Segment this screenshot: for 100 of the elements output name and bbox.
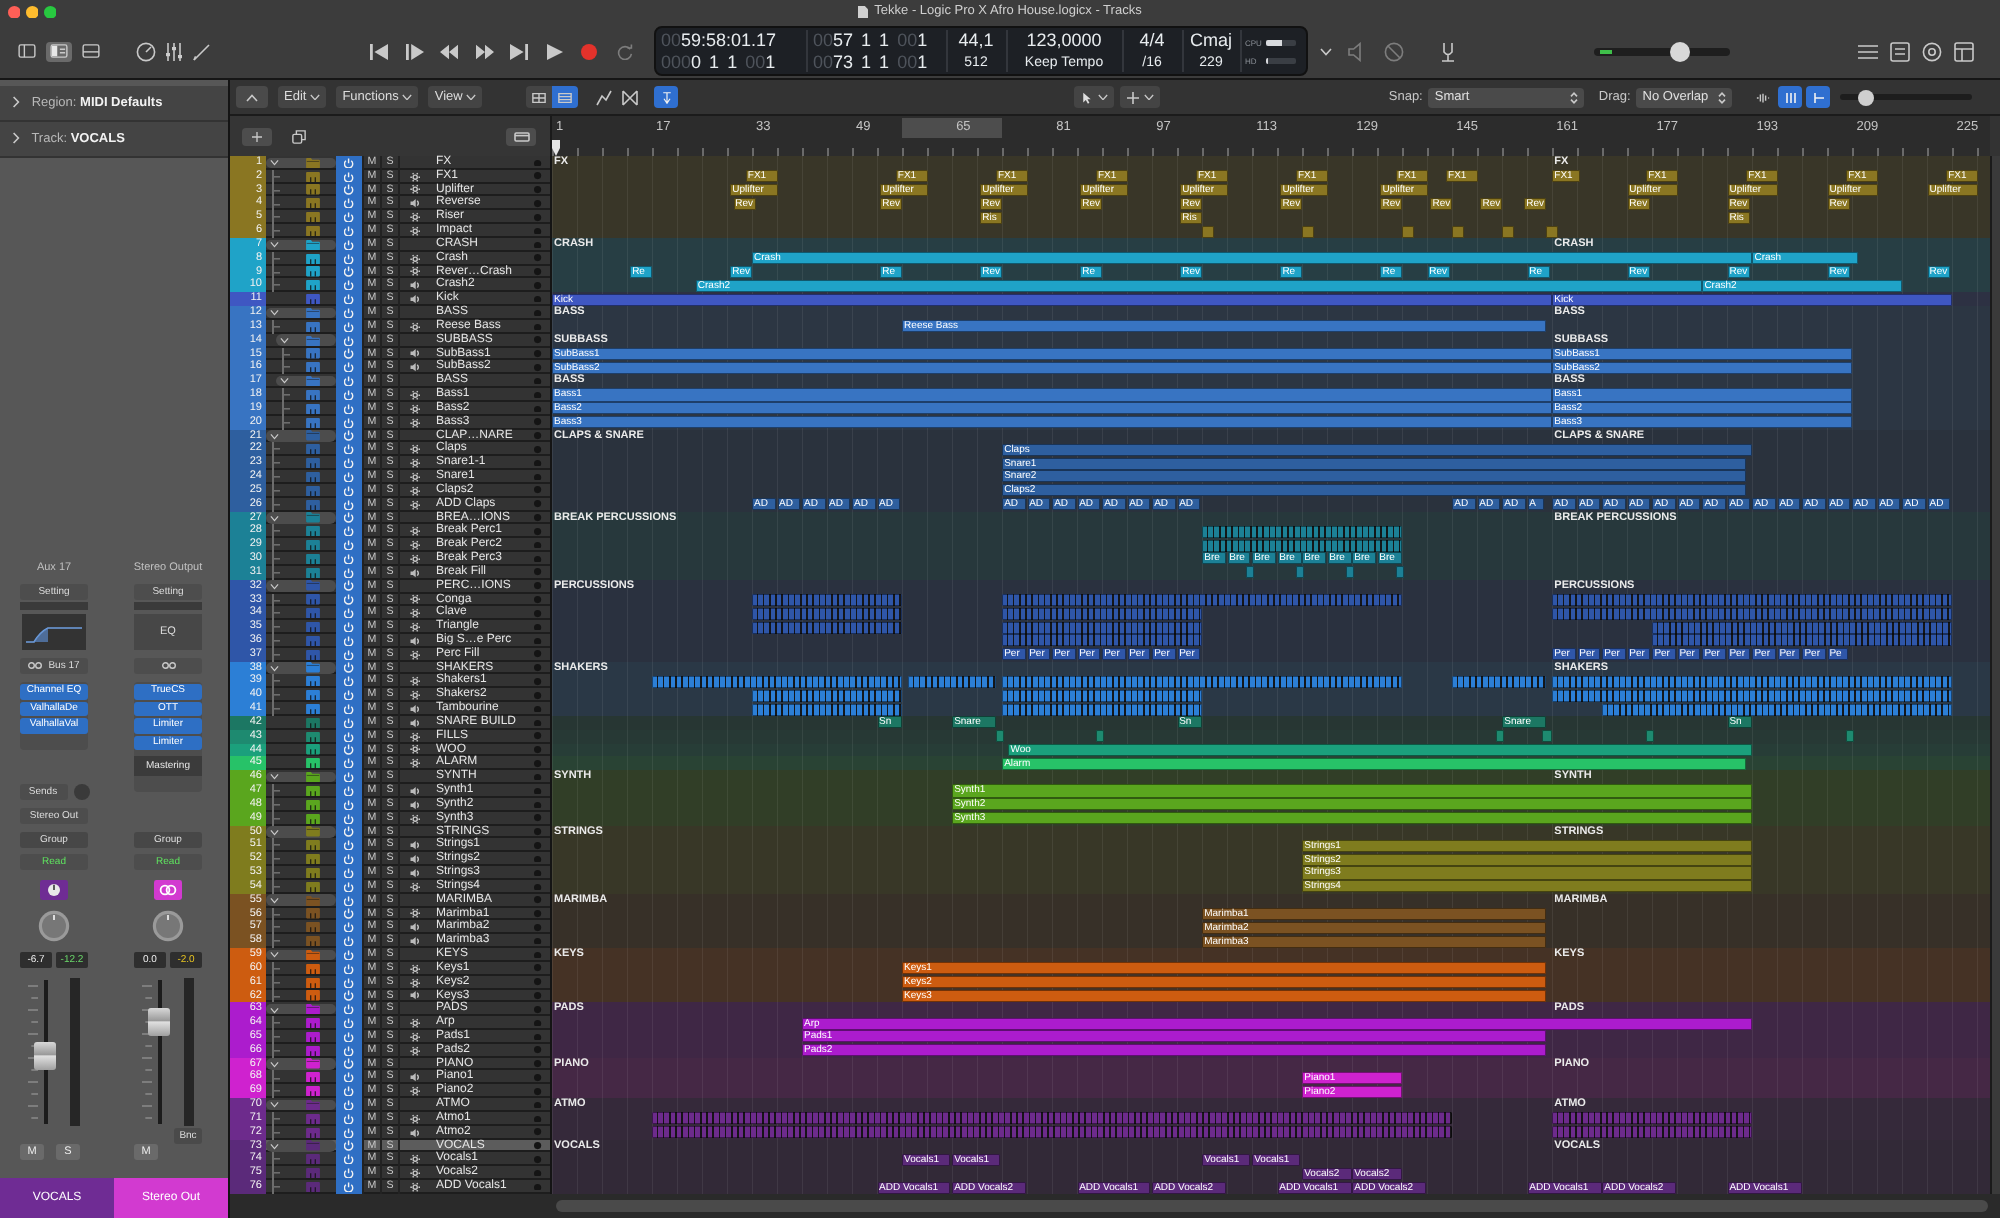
region[interactable] [995,730,1004,743]
midi-region[interactable] [1202,525,1403,538]
midi-region[interactable] [1652,621,1953,634]
fader-thumb[interactable] [34,1042,56,1071]
gear-icon[interactable] [409,266,421,278]
speaker-icon[interactable] [409,567,421,578]
region[interactable] [1095,730,1105,743]
midi-region[interactable] [752,689,903,702]
midi-region[interactable] [1002,607,1203,620]
midi-region[interactable] [1602,703,1953,716]
toggle-button[interactable] [1778,86,1803,108]
midi-region[interactable] [1002,634,1203,647]
speaker-icon[interactable] [409,1127,421,1138]
speaker-icon[interactable] [409,294,421,305]
caret-icon[interactable] [270,513,279,523]
zoom-button[interactable] [43,5,57,19]
speaker-icon[interactable] [409,280,421,291]
midi-region[interactable] [1002,689,1203,702]
gear-icon[interactable] [409,649,421,660]
region[interactable] [1542,730,1552,743]
gear-icon[interactable] [409,744,421,756]
sliders-icon[interactable] [164,41,184,61]
loop-icon[interactable] [1921,41,1941,61]
caret-icon[interactable] [270,431,279,441]
bar-play-icon[interactable] [405,43,423,59]
gear-icon[interactable] [409,1113,421,1124]
gear-icon[interactable] [409,212,421,223]
midi-region[interactable] [1452,675,1547,688]
caret-icon[interactable] [270,240,279,250]
speaker-icon[interactable] [409,635,421,646]
midi-region[interactable] [1002,675,1403,688]
tuning-fork-icon[interactable] [1437,41,1457,61]
gear-icon[interactable] [409,1017,421,1029]
caret-icon[interactable] [280,335,289,345]
duplicate-track-icon[interactable] [292,129,306,143]
scrollbar[interactable] [1990,156,2000,1194]
input-button[interactable] [134,658,202,674]
midi-region[interactable] [1652,634,1953,647]
gear-icon[interactable] [409,1045,421,1056]
region[interactable] [1245,566,1255,579]
gear-icon[interactable] [409,621,421,633]
region[interactable] [1496,730,1505,743]
capture-icon[interactable] [615,43,633,59]
midi-region[interactable] [1002,621,1203,634]
midi-region[interactable] [752,621,903,634]
browser-icon[interactable] [1953,41,1973,61]
caret-icon[interactable] [270,581,279,591]
gear-icon[interactable] [409,881,421,892]
power-button[interactable] [336,156,362,170]
gear-icon[interactable] [409,540,421,551]
pan-knob[interactable] [152,910,184,942]
eq-curve-thumbnail[interactable] [20,614,88,650]
view-toggle-button[interactable] [14,41,40,61]
fader-track[interactable] [142,976,170,1128]
cycle-range[interactable] [902,118,1003,138]
region[interactable] [1502,225,1515,238]
fader-track[interactable] [28,976,56,1128]
region[interactable] [1402,225,1415,238]
dial-icon[interactable] [136,41,156,61]
view-toggle-button[interactable] [46,41,72,61]
chevron-down-icon[interactable] [1319,47,1331,55]
caret-icon[interactable] [270,1100,279,1110]
region[interactable] [1202,225,1215,238]
flex-icon[interactable] [622,89,639,105]
gear-icon[interactable] [409,908,421,920]
speaker-icon[interactable] [409,1072,421,1083]
midi-region[interactable] [1552,607,1953,620]
left-tool-menu[interactable] [1074,86,1115,108]
midi-region[interactable] [752,703,903,716]
play-icon[interactable] [545,43,563,59]
gear-icon[interactable] [409,526,421,537]
gear-icon[interactable] [409,1154,421,1165]
notepad-icon[interactable] [1889,41,1909,61]
speaker-icon[interactable] [409,840,421,851]
automation-icon[interactable] [596,89,613,105]
gear-icon[interactable] [409,553,421,565]
gear-icon[interactable] [409,321,421,332]
record-icon[interactable] [580,43,598,59]
gear-icon[interactable] [409,253,421,264]
caret-icon[interactable] [270,895,279,905]
dial-tile-icon[interactable] [40,880,68,900]
midi-region[interactable] [1552,675,1953,688]
slider-thumb[interactable] [1858,89,1875,105]
region[interactable] [1646,730,1655,743]
caret-icon[interactable] [270,827,279,837]
power-button[interactable] [336,1180,362,1194]
gear-icon[interactable] [409,417,421,428]
region[interactable] [1546,225,1559,238]
minimize-button[interactable] [25,5,39,19]
view-toggle-button[interactable] [78,41,104,61]
midi-region[interactable] [652,675,903,688]
region[interactable] [1396,566,1405,579]
gear-icon[interactable] [409,690,421,701]
toggle-button[interactable] [1806,86,1831,108]
gear-icon[interactable] [409,1168,421,1179]
rewind-icon[interactable] [440,43,458,59]
global-tracks-button[interactable] [506,127,536,145]
gear-icon[interactable] [409,1086,421,1097]
speaker-icon[interactable] [409,990,421,1002]
region[interactable] [1452,225,1465,238]
